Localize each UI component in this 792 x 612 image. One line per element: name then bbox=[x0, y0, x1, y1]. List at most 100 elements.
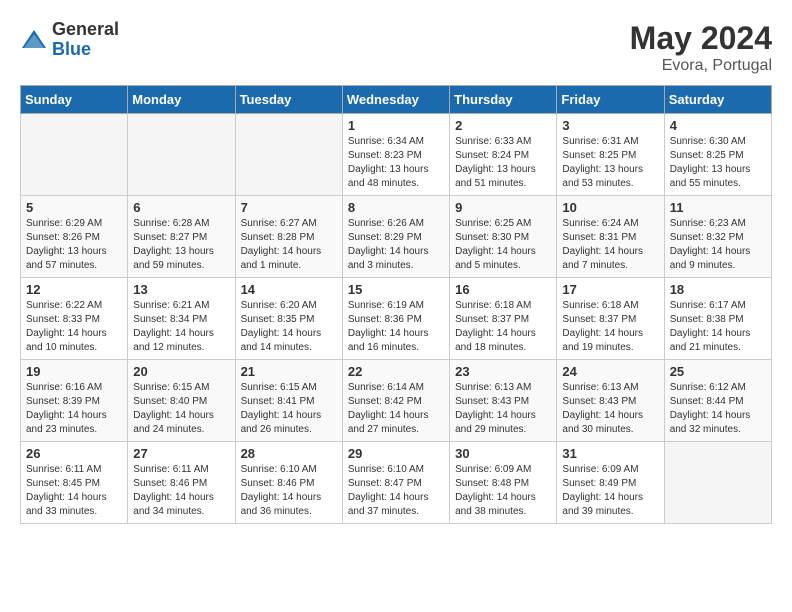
day-info: Sunrise: 6:12 AMSunset: 8:44 PMDaylight:… bbox=[670, 381, 766, 437]
weekday-header: Thursday bbox=[450, 86, 557, 114]
day-info: Sunrise: 6:15 AMSunset: 8:41 PMDaylight:… bbox=[241, 381, 337, 437]
day-info: Sunrise: 6:21 AMSunset: 8:34 PMDaylight:… bbox=[133, 299, 229, 355]
calendar-day-cell: 9Sunrise: 6:25 AMSunset: 8:30 PMDaylight… bbox=[450, 196, 557, 278]
day-number: 15 bbox=[348, 282, 444, 297]
calendar-day-cell: 13Sunrise: 6:21 AMSunset: 8:34 PMDayligh… bbox=[128, 278, 235, 360]
logo-icon bbox=[20, 26, 48, 54]
day-info: Sunrise: 6:18 AMSunset: 8:37 PMDaylight:… bbox=[455, 299, 551, 355]
calendar-day-cell: 23 Sunrise: 6:13 AMSunset: 8:43 PMDayligh… bbox=[450, 360, 557, 442]
day-number: 2 bbox=[455, 118, 551, 133]
day-number: 7 bbox=[241, 200, 337, 215]
calendar-day-cell: 10 Sunrise: 6:24 AMSunset: 8:31 PMDayligh… bbox=[557, 196, 664, 278]
day-number: 26 bbox=[26, 446, 122, 461]
day-info: Sunrise: 6:10 AMSunset: 8:47 PMDaylight:… bbox=[348, 463, 444, 519]
calendar-week-row: 5 Sunrise: 6:29 AMSunset: 8:26 PMDaylight… bbox=[21, 196, 772, 278]
day-info: Sunrise: 6:10 AMSunset: 8:46 PMDaylight:… bbox=[241, 463, 337, 519]
day-info: Sunrise: 6:19 AMSunset: 8:36 PMDaylight:… bbox=[348, 299, 444, 355]
logo-blue: Blue bbox=[52, 40, 119, 60]
day-number: 16 bbox=[455, 282, 551, 297]
day-number: 21 bbox=[241, 364, 337, 379]
calendar-table: SundayMondayTuesdayWednesdayThursdayFrid… bbox=[20, 85, 772, 524]
day-number: 10 bbox=[562, 200, 658, 215]
day-number: 8 bbox=[348, 200, 444, 215]
weekday-header: Saturday bbox=[664, 86, 771, 114]
calendar-day-cell: 15 Sunrise: 6:19 AMSunset: 8:36 PMDayligh… bbox=[342, 278, 449, 360]
calendar-week-row: 12 Sunrise: 6:22 AMSunset: 8:33 PMDayligh… bbox=[21, 278, 772, 360]
day-info: Sunrise: 6:17 AMSunset: 8:38 PMDaylight:… bbox=[670, 299, 766, 355]
day-number: 20 bbox=[133, 364, 229, 379]
calendar-day-cell: 20 Sunrise: 6:15 AMSunset: 8:40 PMDayligh… bbox=[128, 360, 235, 442]
logo-general: General bbox=[52, 20, 119, 40]
weekday-header: Monday bbox=[128, 86, 235, 114]
calendar-day-cell bbox=[235, 114, 342, 196]
calendar-day-cell: 26 Sunrise: 6:11 AMSunset: 8:45 PMDayligh… bbox=[21, 442, 128, 524]
calendar-day-cell: 31 Sunrise: 6:09 AMSunset: 8:49 PMDayligh… bbox=[557, 442, 664, 524]
day-number: 9 bbox=[455, 200, 551, 215]
day-info: Sunrise: 6:24 AMSunset: 8:31 PMDaylight:… bbox=[562, 217, 658, 273]
logo: General Blue bbox=[20, 20, 119, 60]
calendar-day-cell: 29 Sunrise: 6:10 AMSunset: 8:47 PMDayligh… bbox=[342, 442, 449, 524]
day-number: 11 bbox=[670, 200, 766, 215]
day-info: Sunrise: 6:09 AMSunset: 8:49 PMDaylight:… bbox=[562, 463, 658, 519]
location: Evora, Portugal bbox=[630, 57, 772, 75]
day-info: Sunrise: 6:16 AMSunset: 8:39 PMDaylight:… bbox=[26, 381, 122, 437]
weekday-header: Wednesday bbox=[342, 86, 449, 114]
calendar-day-cell: 4Sunrise: 6:30 AMSunset: 8:25 PMDaylight… bbox=[664, 114, 771, 196]
day-number: 3 bbox=[562, 118, 658, 133]
day-number: 1 bbox=[348, 118, 444, 133]
day-number: 31 bbox=[562, 446, 658, 461]
day-number: 14 bbox=[241, 282, 337, 297]
calendar-day-cell bbox=[128, 114, 235, 196]
day-info: Sunrise: 6:13 AMSunset: 8:43 PMDaylight:… bbox=[455, 381, 551, 437]
calendar-day-cell: 1 Sunrise: 6:34 AMSunset: 8:23 PMDaylight… bbox=[342, 114, 449, 196]
day-info: Sunrise: 6:26 AMSunset: 8:29 PMDaylight:… bbox=[348, 217, 444, 273]
calendar-day-cell: 30Sunrise: 6:09 AMSunset: 8:48 PMDayligh… bbox=[450, 442, 557, 524]
header: General Blue May 2024 Evora, Portugal bbox=[20, 20, 772, 75]
logo-text: General Blue bbox=[52, 20, 119, 60]
day-number: 12 bbox=[26, 282, 122, 297]
calendar-day-cell: 14Sunrise: 6:20 AMSunset: 8:35 PMDayligh… bbox=[235, 278, 342, 360]
calendar-day-cell: 19Sunrise: 6:16 AMSunset: 8:39 PMDayligh… bbox=[21, 360, 128, 442]
calendar-day-cell: 17Sunrise: 6:18 AMSunset: 8:37 PMDayligh… bbox=[557, 278, 664, 360]
day-info: Sunrise: 6:15 AMSunset: 8:40 PMDaylight:… bbox=[133, 381, 229, 437]
calendar-day-cell: 16 Sunrise: 6:18 AMSunset: 8:37 PMDayligh… bbox=[450, 278, 557, 360]
day-number: 30 bbox=[455, 446, 551, 461]
day-info: Sunrise: 6:30 AMSunset: 8:25 PMDaylight:… bbox=[670, 135, 766, 191]
calendar-day-cell: 2Sunrise: 6:33 AMSunset: 8:24 PMDaylight… bbox=[450, 114, 557, 196]
calendar-day-cell: 22Sunrise: 6:14 AMSunset: 8:42 PMDayligh… bbox=[342, 360, 449, 442]
day-number: 24 bbox=[562, 364, 658, 379]
day-number: 5 bbox=[26, 200, 122, 215]
day-info: Sunrise: 6:28 AMSunset: 8:27 PMDaylight:… bbox=[133, 217, 229, 273]
calendar-day-cell: 6Sunrise: 6:28 AMSunset: 8:27 PMDaylight… bbox=[128, 196, 235, 278]
calendar-week-row: 26 Sunrise: 6:11 AMSunset: 8:45 PMDayligh… bbox=[21, 442, 772, 524]
weekday-header: Friday bbox=[557, 86, 664, 114]
calendar-week-row: 1 Sunrise: 6:34 AMSunset: 8:23 PMDaylight… bbox=[21, 114, 772, 196]
calendar-day-cell: 18 Sunrise: 6:17 AMSunset: 8:38 PMDayligh… bbox=[664, 278, 771, 360]
day-number: 17 bbox=[562, 282, 658, 297]
day-info: Sunrise: 6:23 AMSunset: 8:32 PMDaylight:… bbox=[670, 217, 766, 273]
calendar-day-cell: 27Sunrise: 6:11 AMSunset: 8:46 PMDayligh… bbox=[128, 442, 235, 524]
calendar-day-cell: 8 Sunrise: 6:26 AMSunset: 8:29 PMDaylight… bbox=[342, 196, 449, 278]
day-info: Sunrise: 6:11 AMSunset: 8:45 PMDaylight:… bbox=[26, 463, 122, 519]
calendar-day-cell: 11 Sunrise: 6:23 AMSunset: 8:32 PMDayligh… bbox=[664, 196, 771, 278]
calendar-day-cell bbox=[21, 114, 128, 196]
day-number: 25 bbox=[670, 364, 766, 379]
weekday-header: Tuesday bbox=[235, 86, 342, 114]
calendar-day-cell: 7 Sunrise: 6:27 AMSunset: 8:28 PMDaylight… bbox=[235, 196, 342, 278]
weekday-header-row: SundayMondayTuesdayWednesdayThursdayFrid… bbox=[21, 86, 772, 114]
calendar-day-cell: 21 Sunrise: 6:15 AMSunset: 8:41 PMDayligh… bbox=[235, 360, 342, 442]
month-year: May 2024 bbox=[630, 20, 772, 57]
calendar-day-cell: 28Sunrise: 6:10 AMSunset: 8:46 PMDayligh… bbox=[235, 442, 342, 524]
calendar-week-row: 19Sunrise: 6:16 AMSunset: 8:39 PMDayligh… bbox=[21, 360, 772, 442]
day-info: Sunrise: 6:22 AMSunset: 8:33 PMDaylight:… bbox=[26, 299, 122, 355]
day-info: Sunrise: 6:29 AMSunset: 8:26 PMDaylight:… bbox=[26, 217, 122, 273]
day-info: Sunrise: 6:34 AMSunset: 8:23 PMDaylight:… bbox=[348, 135, 444, 191]
day-number: 23 bbox=[455, 364, 551, 379]
day-number: 18 bbox=[670, 282, 766, 297]
day-info: Sunrise: 6:27 AMSunset: 8:28 PMDaylight:… bbox=[241, 217, 337, 273]
day-info: Sunrise: 6:13 AMSunset: 8:43 PMDaylight:… bbox=[562, 381, 658, 437]
calendar-day-cell bbox=[664, 442, 771, 524]
day-number: 29 bbox=[348, 446, 444, 461]
weekday-header: Sunday bbox=[21, 86, 128, 114]
day-number: 22 bbox=[348, 364, 444, 379]
